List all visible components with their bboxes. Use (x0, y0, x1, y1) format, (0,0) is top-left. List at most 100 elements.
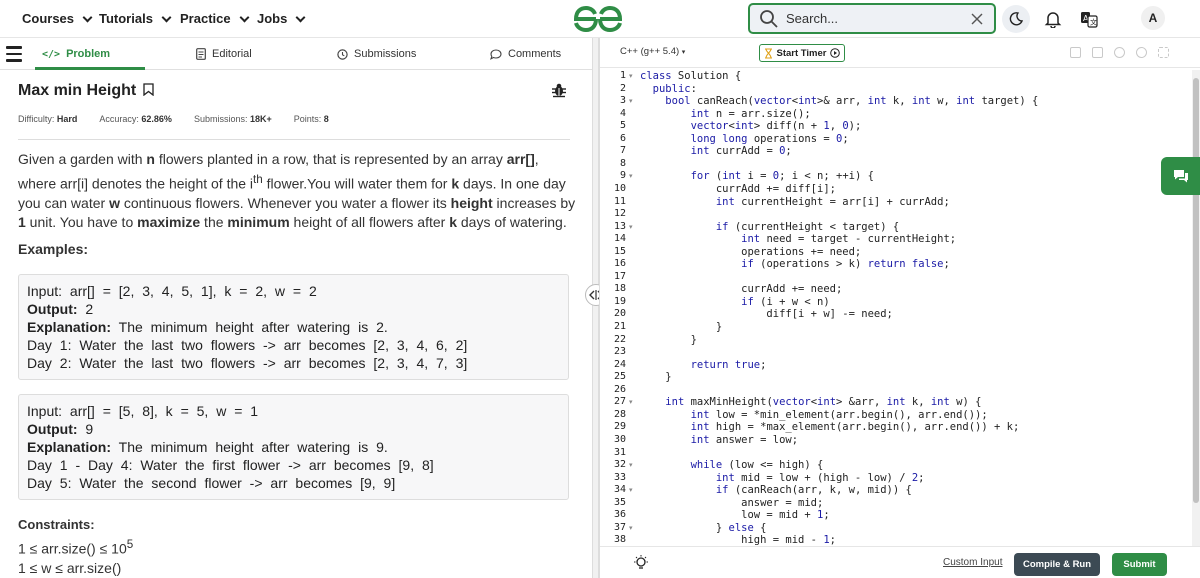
constraint-1: 1 ≤ arr.size() ≤ 105 (18, 538, 134, 557)
line-number: 3 (619, 95, 626, 107)
search-bar[interactable]: Search... (748, 3, 996, 34)
code-line[interactable]: low = mid + 1; (640, 509, 830, 521)
line-number: 20 (613, 308, 626, 320)
pane-splitter[interactable] (592, 38, 599, 578)
line-number: 21 (613, 321, 626, 332)
compile-run-button[interactable]: Compile & Run (1014, 553, 1100, 576)
nav-jobs[interactable]: Jobs (257, 0, 306, 38)
code-line[interactable]: vector<int> diff(n + 1, 0); (640, 120, 862, 132)
line-number: 4 (619, 107, 626, 119)
code-line[interactable]: currAdd += diff[i]; (640, 183, 836, 195)
example-input: Input: arr[] = [2, 3, 4, 5, 1], k = 2, w… (27, 283, 317, 299)
chevron-down-icon (82, 12, 93, 22)
fold-arrow-icon[interactable]: ▾ (629, 461, 633, 469)
dark-mode-toggle[interactable] (1002, 5, 1030, 33)
code-line[interactable]: bool canReach(vector<int>& arr, int k, i… (640, 95, 1038, 107)
nav-practice[interactable]: Practice (180, 0, 250, 38)
code-line[interactable]: class Solution { (640, 70, 741, 82)
code-line[interactable]: if (i + w < n) (640, 296, 830, 308)
fold-arrow-icon[interactable]: ▾ (629, 486, 633, 494)
fold-arrow-icon[interactable]: ▾ (629, 398, 633, 406)
line-number: 34 (613, 484, 626, 496)
chat-button[interactable] (1161, 157, 1200, 195)
fold-arrow-icon[interactable]: ▾ (629, 172, 633, 180)
code-line[interactable]: if (canReach(arr, k, w, mid)) { (640, 484, 912, 496)
line-number: 1 (619, 70, 626, 81)
code-line[interactable]: return true; (640, 359, 767, 371)
code-line[interactable]: for (int i = 0; i < n; ++i) { (640, 170, 874, 182)
code-line[interactable]: operations += need; (640, 246, 861, 258)
line-number: 38 (613, 534, 626, 546)
code-line[interactable]: int currentHeight = arr[i] + currAdd; (640, 196, 950, 208)
code-line[interactable]: int low = *min_element(arr.begin(), arr.… (640, 409, 988, 421)
code-line[interactable]: if (currentHeight < target) { (640, 221, 899, 233)
code-line[interactable]: long long operations = 0; (640, 133, 849, 145)
translate-button[interactable]: A文 (1075, 5, 1103, 33)
code-icon: </> (42, 48, 61, 60)
menu-icon[interactable] (6, 46, 22, 62)
nav-courses[interactable]: Courses (22, 0, 93, 38)
example-output: Output: 2 (27, 301, 94, 317)
file-icon[interactable] (1092, 47, 1103, 58)
editor-scrollbar[interactable] (1192, 70, 1200, 546)
tab-editorial-label: Editorial (212, 48, 252, 60)
nav-tutorials[interactable]: Tutorials (99, 0, 172, 38)
tab-problem[interactable]: </> Problem (42, 38, 110, 70)
code-line[interactable]: while (low <= high) { (640, 459, 824, 471)
code-line[interactable]: int mid = low + (high - low) / 2; (640, 472, 925, 484)
gfg-logo[interactable] (572, 5, 624, 33)
scrollbar-thumb[interactable] (1193, 78, 1199, 503)
points-value: 8 (323, 114, 329, 124)
fold-arrow-icon[interactable]: ▾ (629, 223, 633, 231)
problem-pane: </> Problem Editorial Submissions Commen… (0, 38, 592, 578)
code-line[interactable]: int answer = low; (640, 434, 798, 446)
custom-input-link[interactable]: Custom Input (943, 557, 1002, 568)
editor-bottom-bar: Custom Input Compile & Run Submit (600, 546, 1200, 578)
code-line[interactable]: high = mid - 1; (640, 534, 836, 546)
fold-arrow-icon[interactable]: ▾ (629, 97, 633, 105)
code-line[interactable]: } (640, 321, 722, 333)
code-line[interactable]: public: (640, 83, 697, 95)
reset-icon[interactable] (1136, 47, 1147, 58)
bookmark-icon[interactable] (143, 83, 154, 97)
code-line[interactable]: int need = target - currentHeight; (640, 233, 956, 245)
code-line[interactable]: } else { (640, 522, 767, 534)
tab-editorial[interactable]: Editorial (196, 38, 252, 70)
code-line[interactable]: int currAdd = 0; (640, 145, 792, 157)
fullscreen-icon[interactable] (1158, 47, 1169, 58)
close-icon[interactable] (970, 12, 984, 26)
code-line[interactable]: currAdd += need; (640, 283, 842, 295)
line-number: 25 (613, 371, 626, 383)
accuracy: Accuracy: 62.86% (99, 114, 172, 124)
fold-arrow-icon[interactable]: ▾ (629, 72, 633, 80)
submit-button[interactable]: Submit (1112, 553, 1167, 576)
constraint-2: 1 ≤ w ≤ arr.size() (18, 560, 122, 576)
code-line[interactable]: answer = mid; (640, 497, 823, 509)
hourglass-icon (764, 47, 772, 59)
editor-pane: C++ (g++ 5.4) ▾ Start Timer 1 ▾ class Solu… (599, 38, 1200, 578)
moon-icon (1009, 12, 1024, 26)
notifications-button[interactable] (1039, 5, 1067, 33)
fold-arrow-icon[interactable]: ▾ (629, 524, 633, 532)
avatar[interactable]: A (1141, 6, 1165, 30)
copy-icon[interactable] (1070, 47, 1081, 58)
line-number: 16 (613, 258, 626, 270)
code-line[interactable]: int high = *max_element(arr.begin(), arr… (640, 421, 1020, 433)
bug-report-icon[interactable] (551, 82, 567, 98)
code-line[interactable]: diff[i + w] -= need; (640, 308, 892, 320)
tab-submissions-label: Submissions (354, 48, 417, 60)
tab-comments[interactable]: Comments (490, 38, 561, 70)
search-input[interactable]: Search... (786, 11, 838, 26)
lightbulb-icon[interactable] (632, 554, 650, 572)
code-line[interactable]: if (operations > k) return false; (640, 258, 950, 270)
code-line[interactable]: int n = arr.size(); (640, 108, 811, 120)
example-line: Day 1: Water the last two flowers -> arr… (27, 337, 468, 353)
tab-submissions[interactable]: Submissions (337, 38, 416, 70)
code-line[interactable]: int maxMinHeight(vector<int> &arr, int k… (640, 396, 981, 408)
code-editor[interactable]: 1 ▾ class Solution {2 public: 3 ▾ bool canRe… (600, 70, 1192, 546)
code-line[interactable]: } (640, 334, 697, 346)
language-select[interactable]: C++ (g++ 5.4) ▾ (620, 46, 685, 57)
start-timer-button[interactable]: Start Timer (759, 44, 845, 62)
code-line[interactable]: } (640, 371, 671, 383)
settings-icon[interactable] (1114, 47, 1125, 58)
